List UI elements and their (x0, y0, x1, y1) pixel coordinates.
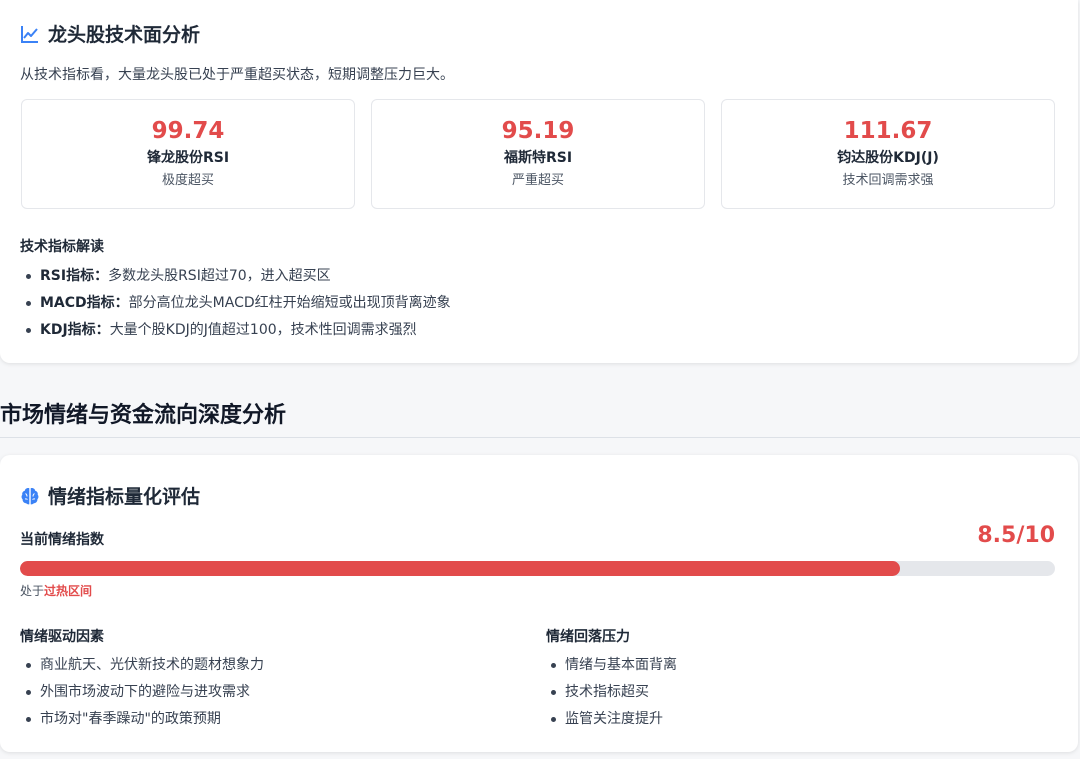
stat-desc: 技术回调需求强 (842, 173, 934, 188)
stat-card-fenglong-rsi: 99.74 锋龙股份RSI 极度超买 (21, 99, 355, 209)
section-title: 市场情绪与资金流向深度分析 (0, 403, 287, 428)
status-prefix: 处于 (20, 584, 45, 598)
stat-name: 锋龙股份RSI (146, 150, 230, 166)
sentiment-status-note: 处于过热区间 (20, 582, 92, 599)
pressure-list: 情绪与基本面背离 技术指标超买 监管关注度提升 (545, 655, 677, 736)
pressure-heading: 情绪回落压力 (546, 629, 630, 645)
sentiment-index-value: 8.5/10 (977, 523, 1055, 548)
stat-value: 95.19 (501, 118, 575, 144)
indicator-text: 部分高位龙头MACD红柱开始缩短或出现顶背离迹象 (128, 295, 451, 311)
sentiment-title-row: 情绪指标量化评估 (20, 482, 200, 509)
stat-value: 111.67 (843, 118, 933, 144)
list-item: 技术指标超买 (545, 682, 677, 709)
chart-line-icon (20, 24, 40, 44)
list-item: KDJ指标：大量个股KDJ的J值超过100，技术性回调需求强烈 (20, 320, 451, 347)
stat-name: 钧达股份KDJ(J) (837, 150, 939, 166)
indicator-reading-list: RSI指标：多数龙头股RSI超过70，进入超买区 MACD指标：部分高位龙头MA… (20, 266, 451, 347)
indicator-label: RSI指标： (40, 268, 109, 284)
stat-desc: 极度超买 (161, 173, 214, 188)
section-divider (0, 437, 1080, 438)
stat-card-junda-kdj: 111.67 钧达股份KDJ(J) 技术回调需求强 (721, 99, 1055, 209)
technical-analysis-title-row: 龙头股技术面分析 (20, 20, 200, 47)
stat-desc: 严重超买 (511, 173, 564, 188)
status-hot: 过热区间 (44, 584, 93, 598)
indicator-label: KDJ指标： (40, 322, 110, 338)
list-item: 市场对"春季躁动"的政策预期 (20, 709, 264, 736)
indicator-label: MACD指标： (40, 295, 129, 311)
sentiment-progress-bar (20, 561, 1055, 576)
sentiment-title: 情绪指标量化评估 (48, 486, 201, 508)
indicator-text: 多数龙头股RSI超过70，进入超买区 (108, 268, 331, 284)
list-item: 商业航天、光伏新技术的题材想象力 (20, 655, 264, 682)
indicator-reading-heading: 技术指标解读 (20, 239, 104, 255)
stat-card-fusite-rsi: 95.19 福斯特RSI 严重超买 (371, 99, 705, 209)
brain-icon (20, 486, 40, 506)
list-item: 情绪与基本面背离 (545, 655, 677, 682)
drivers-list: 商业航天、光伏新技术的题材想象力 外围市场波动下的避险与进攻需求 市场对"春季躁… (20, 655, 264, 736)
stat-name: 福斯特RSI (503, 150, 573, 166)
indicator-text: 大量个股KDJ的J值超过100，技术性回调需求强烈 (109, 322, 417, 338)
list-item: RSI指标：多数龙头股RSI超过70，进入超买区 (20, 266, 451, 293)
list-item: 监管关注度提升 (545, 709, 677, 736)
drivers-heading: 情绪驱动因素 (20, 629, 104, 645)
list-item: MACD指标：部分高位龙头MACD红柱开始缩短或出现顶背离迹象 (20, 293, 451, 320)
stat-value: 99.74 (151, 118, 225, 144)
technical-intro-text: 从技术指标看，大量龙头股已处于严重超买状态，短期调整压力巨大。 (20, 67, 454, 83)
technical-analysis-title: 龙头股技术面分析 (48, 24, 201, 46)
sentiment-progress-fill (20, 561, 900, 576)
sentiment-index-label: 当前情绪指数 (20, 532, 104, 548)
list-item: 外围市场波动下的避险与进攻需求 (20, 682, 264, 709)
